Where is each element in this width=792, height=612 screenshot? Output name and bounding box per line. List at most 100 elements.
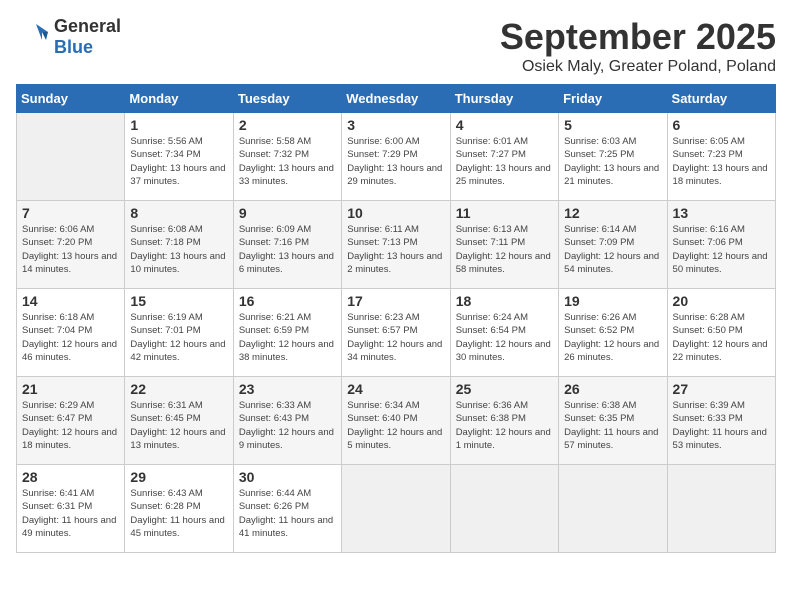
cell-info: Sunrise: 6:33 AMSunset: 6:43 PMDaylight:… [239, 399, 336, 452]
calendar-cell: 5 Sunrise: 6:03 AMSunset: 7:25 PMDayligh… [559, 113, 667, 201]
day-number: 29 [130, 469, 227, 485]
day-number: 5 [564, 117, 661, 133]
calendar-cell: 25 Sunrise: 6:36 AMSunset: 6:38 PMDaylig… [450, 377, 558, 465]
cell-info: Sunrise: 6:28 AMSunset: 6:50 PMDaylight:… [673, 311, 770, 364]
day-number: 25 [456, 381, 553, 397]
day-number: 26 [564, 381, 661, 397]
weekday-header-monday: Monday [125, 85, 233, 113]
cell-info: Sunrise: 6:39 AMSunset: 6:33 PMDaylight:… [673, 399, 770, 452]
week-row-3: 14 Sunrise: 6:18 AMSunset: 7:04 PMDaylig… [17, 289, 776, 377]
calendar-cell: 26 Sunrise: 6:38 AMSunset: 6:35 PMDaylig… [559, 377, 667, 465]
cell-info: Sunrise: 6:09 AMSunset: 7:16 PMDaylight:… [239, 223, 336, 276]
calendar-cell: 22 Sunrise: 6:31 AMSunset: 6:45 PMDaylig… [125, 377, 233, 465]
day-number: 27 [673, 381, 770, 397]
weekday-header-wednesday: Wednesday [342, 85, 450, 113]
cell-info: Sunrise: 6:19 AMSunset: 7:01 PMDaylight:… [130, 311, 227, 364]
cell-info: Sunrise: 6:36 AMSunset: 6:38 PMDaylight:… [456, 399, 553, 452]
logo-blue-text: Blue [54, 37, 93, 57]
calendar-cell: 21 Sunrise: 6:29 AMSunset: 6:47 PMDaylig… [17, 377, 125, 465]
cell-info: Sunrise: 6:01 AMSunset: 7:27 PMDaylight:… [456, 135, 553, 188]
calendar-table: SundayMondayTuesdayWednesdayThursdayFrid… [16, 84, 776, 553]
week-row-4: 21 Sunrise: 6:29 AMSunset: 6:47 PMDaylig… [17, 377, 776, 465]
day-number: 18 [456, 293, 553, 309]
cell-info: Sunrise: 6:34 AMSunset: 6:40 PMDaylight:… [347, 399, 444, 452]
calendar-cell [667, 465, 775, 553]
day-number: 23 [239, 381, 336, 397]
calendar-cell: 4 Sunrise: 6:01 AMSunset: 7:27 PMDayligh… [450, 113, 558, 201]
calendar-cell: 18 Sunrise: 6:24 AMSunset: 6:54 PMDaylig… [450, 289, 558, 377]
weekday-header-saturday: Saturday [667, 85, 775, 113]
calendar-cell: 24 Sunrise: 6:34 AMSunset: 6:40 PMDaylig… [342, 377, 450, 465]
weekday-header-friday: Friday [559, 85, 667, 113]
cell-info: Sunrise: 6:26 AMSunset: 6:52 PMDaylight:… [564, 311, 661, 364]
cell-info: Sunrise: 6:24 AMSunset: 6:54 PMDaylight:… [456, 311, 553, 364]
calendar-cell: 3 Sunrise: 6:00 AMSunset: 7:29 PMDayligh… [342, 113, 450, 201]
calendar-cell: 13 Sunrise: 6:16 AMSunset: 7:06 PMDaylig… [667, 201, 775, 289]
calendar-cell: 23 Sunrise: 6:33 AMSunset: 6:43 PMDaylig… [233, 377, 341, 465]
weekday-header-sunday: Sunday [17, 85, 125, 113]
calendar-cell: 1 Sunrise: 5:56 AMSunset: 7:34 PMDayligh… [125, 113, 233, 201]
cell-info: Sunrise: 6:14 AMSunset: 7:09 PMDaylight:… [564, 223, 661, 276]
cell-info: Sunrise: 6:43 AMSunset: 6:28 PMDaylight:… [130, 487, 227, 540]
day-number: 2 [239, 117, 336, 133]
calendar-cell: 28 Sunrise: 6:41 AMSunset: 6:31 PMDaylig… [17, 465, 125, 553]
cell-info: Sunrise: 5:58 AMSunset: 7:32 PMDaylight:… [239, 135, 336, 188]
day-number: 8 [130, 205, 227, 221]
calendar-cell: 6 Sunrise: 6:05 AMSunset: 7:23 PMDayligh… [667, 113, 775, 201]
day-number: 6 [673, 117, 770, 133]
cell-info: Sunrise: 6:03 AMSunset: 7:25 PMDaylight:… [564, 135, 661, 188]
weekday-header-thursday: Thursday [450, 85, 558, 113]
week-row-2: 7 Sunrise: 6:06 AMSunset: 7:20 PMDayligh… [17, 201, 776, 289]
calendar-cell: 17 Sunrise: 6:23 AMSunset: 6:57 PMDaylig… [342, 289, 450, 377]
day-number: 24 [347, 381, 444, 397]
calendar-cell: 11 Sunrise: 6:13 AMSunset: 7:11 PMDaylig… [450, 201, 558, 289]
weekday-header-tuesday: Tuesday [233, 85, 341, 113]
month-title: September 2025 [500, 16, 776, 58]
week-row-5: 28 Sunrise: 6:41 AMSunset: 6:31 PMDaylig… [17, 465, 776, 553]
day-number: 14 [22, 293, 119, 309]
calendar-cell: 16 Sunrise: 6:21 AMSunset: 6:59 PMDaylig… [233, 289, 341, 377]
cell-info: Sunrise: 6:41 AMSunset: 6:31 PMDaylight:… [22, 487, 119, 540]
day-number: 15 [130, 293, 227, 309]
day-number: 28 [22, 469, 119, 485]
calendar-cell: 29 Sunrise: 6:43 AMSunset: 6:28 PMDaylig… [125, 465, 233, 553]
calendar-cell [342, 465, 450, 553]
cell-info: Sunrise: 6:08 AMSunset: 7:18 PMDaylight:… [130, 223, 227, 276]
day-number: 1 [130, 117, 227, 133]
calendar-cell [559, 465, 667, 553]
calendar-cell [17, 113, 125, 201]
day-number: 3 [347, 117, 444, 133]
cell-info: Sunrise: 6:00 AMSunset: 7:29 PMDaylight:… [347, 135, 444, 188]
day-number: 12 [564, 205, 661, 221]
day-number: 10 [347, 205, 444, 221]
calendar-cell [450, 465, 558, 553]
calendar-cell: 30 Sunrise: 6:44 AMSunset: 6:26 PMDaylig… [233, 465, 341, 553]
calendar-cell: 8 Sunrise: 6:08 AMSunset: 7:18 PMDayligh… [125, 201, 233, 289]
day-number: 11 [456, 205, 553, 221]
weekday-header-row: SundayMondayTuesdayWednesdayThursdayFrid… [17, 85, 776, 113]
day-number: 30 [239, 469, 336, 485]
cell-info: Sunrise: 6:44 AMSunset: 6:26 PMDaylight:… [239, 487, 336, 540]
calendar-cell: 2 Sunrise: 5:58 AMSunset: 7:32 PMDayligh… [233, 113, 341, 201]
calendar-cell: 15 Sunrise: 6:19 AMSunset: 7:01 PMDaylig… [125, 289, 233, 377]
cell-info: Sunrise: 6:11 AMSunset: 7:13 PMDaylight:… [347, 223, 444, 276]
day-number: 20 [673, 293, 770, 309]
day-number: 22 [130, 381, 227, 397]
calendar-cell: 12 Sunrise: 6:14 AMSunset: 7:09 PMDaylig… [559, 201, 667, 289]
day-number: 7 [22, 205, 119, 221]
cell-info: Sunrise: 6:18 AMSunset: 7:04 PMDaylight:… [22, 311, 119, 364]
cell-info: Sunrise: 6:13 AMSunset: 7:11 PMDaylight:… [456, 223, 553, 276]
cell-info: Sunrise: 6:16 AMSunset: 7:06 PMDaylight:… [673, 223, 770, 276]
day-number: 17 [347, 293, 444, 309]
calendar-cell: 10 Sunrise: 6:11 AMSunset: 7:13 PMDaylig… [342, 201, 450, 289]
logo-bird-icon [16, 18, 54, 56]
cell-info: Sunrise: 6:38 AMSunset: 6:35 PMDaylight:… [564, 399, 661, 452]
logo: General Blue [16, 16, 121, 58]
page-header: General Blue September 2025 Osiek Maly, … [16, 16, 776, 76]
title-block: September 2025 Osiek Maly, Greater Polan… [500, 16, 776, 76]
calendar-cell: 20 Sunrise: 6:28 AMSunset: 6:50 PMDaylig… [667, 289, 775, 377]
cell-info: Sunrise: 6:21 AMSunset: 6:59 PMDaylight:… [239, 311, 336, 364]
location-title: Osiek Maly, Greater Poland, Poland [500, 58, 776, 76]
week-row-1: 1 Sunrise: 5:56 AMSunset: 7:34 PMDayligh… [17, 113, 776, 201]
cell-info: Sunrise: 6:31 AMSunset: 6:45 PMDaylight:… [130, 399, 227, 452]
